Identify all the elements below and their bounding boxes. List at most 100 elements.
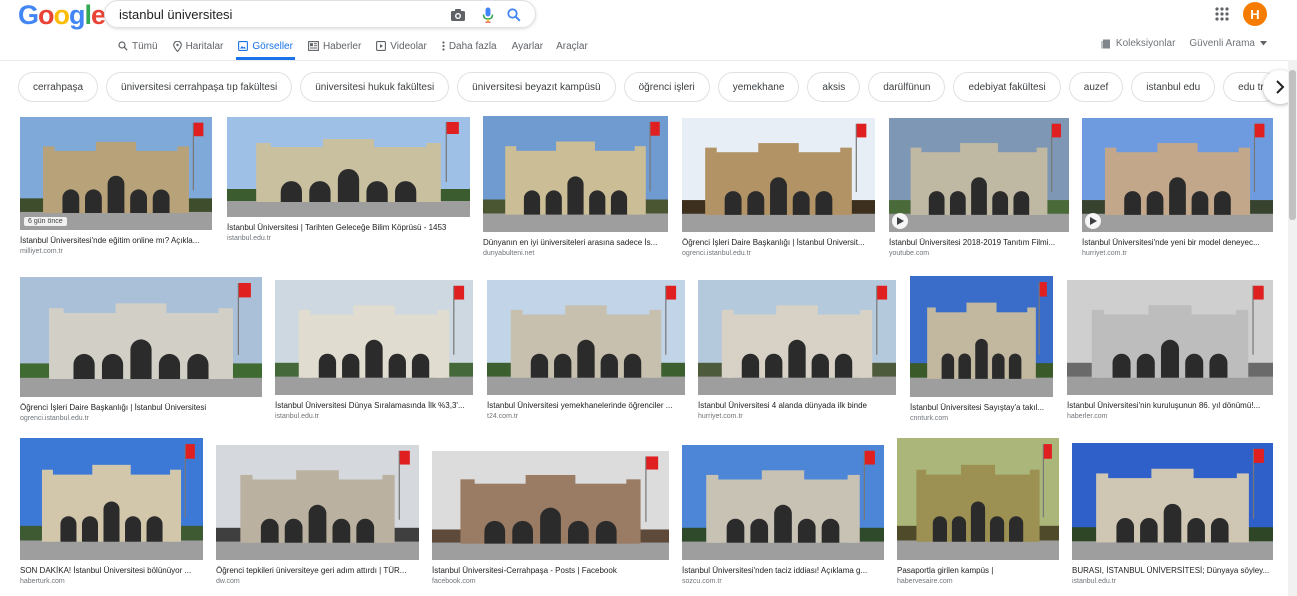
microphone-icon[interactable] [479,6,497,24]
image-result[interactable]: Öğrenci İşleri Daire Başkanlığı | İstanb… [20,277,262,423]
result-source[interactable]: dunyabulteni.net [483,249,668,258]
image-result[interactable]: Dünyanın en iyi üniversiteleri arasına s… [483,116,668,258]
image-result[interactable]: Öğrenci tepkileri üniversiteye geri adım… [216,445,419,586]
image-result[interactable]: İstanbul Üniversitesi'nin kuruluşunun 86… [1067,280,1273,421]
result-source[interactable]: istanbul.edu.tr [227,234,470,243]
image-result[interactable]: 6 gün önce İstanbul Üniversitesi'nde eğit… [20,117,212,256]
result-thumbnail[interactable] [275,280,473,395]
result-source[interactable]: facebook.com [432,577,669,586]
result-title[interactable]: İstanbul Üniversitesi yemekhanelerinde ö… [487,401,685,411]
image-result[interactable]: İstanbul Üniversitesi Dünya Sıralamasınd… [275,280,473,421]
result-title[interactable]: Pasaportla girilen kampüs | [897,566,1059,576]
result-title[interactable]: İstanbul Üniversitesi'nde yeni bir model… [1082,238,1273,248]
result-title[interactable]: Öğrenci İşleri Daire Başkanlığı | İstanb… [682,238,875,248]
caret-down-icon[interactable] [1260,41,1267,46]
image-result[interactable]: İstanbul Üniversitesi-Cerrahpaşa - Posts… [432,451,669,586]
result-thumbnail[interactable] [487,280,685,395]
image-result[interactable]: Öğrenci İşleri Daire Başkanlığı | İstanb… [682,118,875,258]
result-title[interactable]: İstanbul Üniversitesi-Cerrahpaşa - Posts… [432,566,669,576]
result-source[interactable]: habervesaire.com [897,577,1059,586]
result-source[interactable]: dw.com [216,577,419,586]
result-source[interactable]: haberturk.com [20,577,203,586]
result-source[interactable]: ogrenci.istanbul.edu.tr [682,249,875,258]
related-chip[interactable]: üniversitesi cerrahpaşa tıp fakültesi [106,72,293,102]
result-thumbnail[interactable] [20,438,203,560]
search-icon[interactable] [505,6,523,24]
related-chip[interactable]: üniversitesi beyazıt kampüsü [457,72,616,102]
result-thumbnail[interactable] [432,451,669,560]
result-title[interactable]: İstanbul Üniversitesi 4 alanda dünyada i… [698,401,896,411]
result-thumbnail[interactable] [1072,443,1273,560]
result-thumbnail[interactable] [1067,280,1273,395]
collections-link[interactable]: Koleksiyonlar [1116,38,1175,49]
apps-grid-icon[interactable] [1212,4,1232,24]
result-source[interactable]: milliyet.com.tr [20,247,212,256]
related-chip[interactable]: aksis [807,72,861,102]
result-title[interactable]: Öğrenci tepkileri üniversiteye geri adım… [216,566,419,576]
related-chip[interactable]: yemekhane [717,72,800,102]
related-chip[interactable]: auzef [1068,72,1124,102]
result-thumbnail[interactable] [1082,118,1273,232]
camera-icon[interactable] [449,6,467,24]
image-result[interactable]: İstanbul Üniversitesi yemekhanelerinde ö… [487,280,685,421]
result-title[interactable]: İstanbul Üniversitesi'nin kuruluşunun 86… [1067,401,1273,411]
result-thumbnail[interactable] [682,118,875,232]
google-logo[interactable]: Google [18,0,106,30]
tab-ayarlar[interactable]: Ayarlar [512,32,544,60]
image-result[interactable]: BURASI, İSTANBUL ÜNİVERSİTESİ; Dünyaya s… [1072,443,1273,586]
image-result[interactable]: İstanbul Üniversitesi 4 alanda dünyada i… [698,280,896,421]
result-title[interactable]: İstanbul Üniversitesi'nde eğitim online … [20,236,212,246]
result-title[interactable]: Öğrenci İşleri Daire Başkanlığı | İstanb… [20,403,262,413]
result-title[interactable]: BURASI, İSTANBUL ÜNİVERSİTESİ; Dünyaya s… [1072,566,1273,576]
result-source[interactable]: t24.com.tr [487,412,685,421]
related-chip[interactable]: öğrenci işleri [623,72,710,102]
result-thumbnail[interactable] [889,118,1069,232]
result-title[interactable]: Dünyanın en iyi üniversiteleri arasına s… [483,238,668,248]
image-result[interactable]: İstanbul Üniversitesi'nden taciz iddiası… [682,445,884,586]
result-source[interactable]: istanbul.edu.tr [275,412,473,421]
result-title[interactable]: İstanbul Üniversitesi Dünya Sıralamasınd… [275,401,473,411]
avatar[interactable]: H [1243,2,1267,26]
search-input[interactable] [119,5,439,23]
result-source[interactable]: haberler.com [1067,412,1273,421]
related-chip[interactable]: istanbul edu [1131,72,1216,102]
result-source[interactable]: hurriyet.com.tr [1082,249,1273,258]
result-source[interactable]: cnnturk.com [910,414,1053,423]
related-chip[interactable]: edebiyat fakültesi [953,72,1061,102]
tab-videolar[interactable]: Videolar [376,32,427,60]
image-result[interactable]: SON DAKİKA! İstanbul Üniversitesi bölünü… [20,438,203,586]
related-chip[interactable]: cerrahpaşa [18,72,99,102]
result-source[interactable]: ogrenci.istanbul.edu.tr [20,414,262,423]
result-thumbnail[interactable] [20,277,262,397]
result-source[interactable]: hurriyet.com.tr [698,412,896,421]
result-source[interactable]: sozcu.com.tr [682,577,884,586]
result-source[interactable]: istanbul.edu.tr [1072,577,1273,586]
result-thumbnail[interactable] [698,280,896,395]
tab-gorseller[interactable]: Görseller [236,32,295,60]
image-result[interactable]: Pasaportla girilen kampüs | habervesaire.… [897,438,1059,586]
tab-daha-fazla[interactable]: Daha fazla [442,32,497,60]
tab-haberler[interactable]: Haberler [307,32,361,60]
related-chip[interactable]: darülfünun [868,72,946,102]
result-thumbnail[interactable] [227,117,470,217]
tab-araclar[interactable]: Araçlar [556,32,588,60]
result-thumbnail[interactable]: 6 gün önce [20,117,212,230]
result-title[interactable]: İstanbul Üniversitesi 2018-2019 Tanıtım … [889,238,1069,248]
image-result[interactable]: İstanbul Üniversitesi'nde yeni bir model… [1082,118,1273,258]
result-title[interactable]: İstanbul Üniversitesi Sayıştay'a takıl..… [910,403,1053,413]
result-source[interactable]: youtube.com [889,249,1069,258]
result-thumbnail[interactable] [682,445,884,560]
tab-tumu[interactable]: Tümü [118,32,158,60]
image-result[interactable]: İstanbul Üniversitesi 2018-2019 Tanıtım … [889,118,1069,258]
image-result[interactable]: İstanbul Üniversitesi | Tarihten Geleceğ… [227,117,470,243]
result-thumbnail[interactable] [897,438,1059,560]
related-chip[interactable]: üniversitesi hukuk fakültesi [300,72,450,102]
tab-haritalar[interactable]: Haritalar [172,32,223,60]
result-thumbnail[interactable] [483,116,668,232]
scrollbar-thumb[interactable] [1289,70,1296,220]
image-result[interactable]: İstanbul Üniversitesi Sayıştay'a takıl..… [910,276,1053,423]
result-title[interactable]: İstanbul Üniversitesi | Tarihten Geleceğ… [227,223,470,233]
result-thumbnail[interactable] [910,276,1053,397]
result-title[interactable]: İstanbul Üniversitesi'nden taciz iddiası… [682,566,884,576]
result-title[interactable]: SON DAKİKA! İstanbul Üniversitesi bölünü… [20,566,203,576]
